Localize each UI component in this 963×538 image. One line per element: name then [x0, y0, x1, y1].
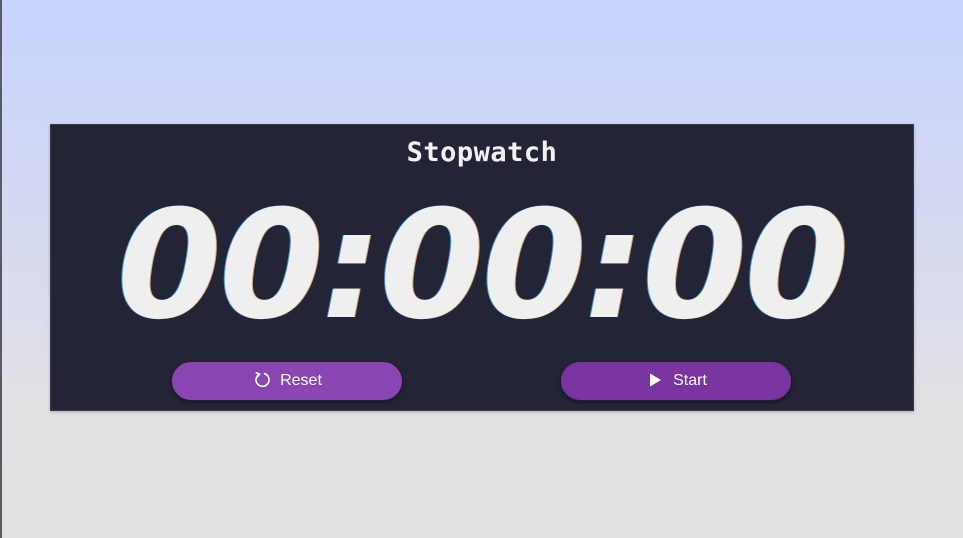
time-display: 00:00:00 — [116, 179, 849, 353]
page-title: Stopwatch — [406, 137, 558, 168]
stopwatch-panel: Stopwatch 00:00:00 Reset Start — [50, 124, 914, 411]
window-edge — [0, 0, 2, 538]
reset-button-label: Reset — [280, 372, 322, 389]
reset-button[interactable]: Reset — [171, 361, 403, 401]
play-icon — [645, 370, 665, 390]
start-button[interactable]: Start — [560, 361, 792, 401]
reset-icon — [252, 370, 272, 390]
start-button-label: Start — [673, 372, 707, 389]
